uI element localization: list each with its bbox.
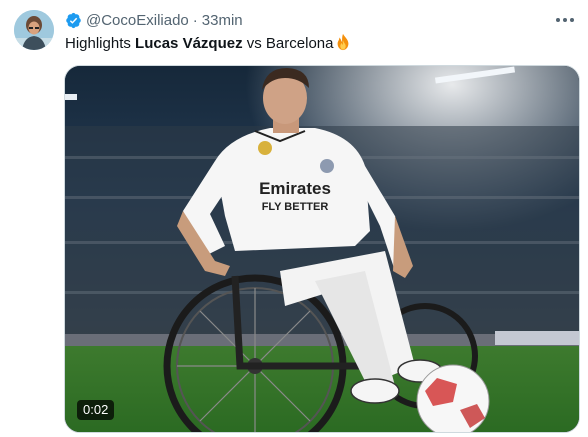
jersey-sponsor-line2: FLY BETTER — [262, 201, 329, 213]
jersey-sponsor-line1: Emirates — [259, 179, 331, 198]
more-options-button[interactable] — [552, 9, 578, 31]
tweet[interactable]: @CocoExiliado · 33min Highlights Lucas V… — [0, 0, 588, 437]
video-thumbnail: Emirates FLY BETTER — [65, 66, 579, 432]
tweet-text-bold: Lucas Vázquez — [135, 35, 243, 52]
video-player[interactable]: Emirates FLY BETTER 0:02 — [64, 65, 580, 433]
tweet-text-suffix: vs Barcelona — [242, 35, 334, 52]
tweet-text-prefix: Highlights — [65, 35, 136, 52]
user-handle[interactable]: @CocoExiliado — [86, 12, 189, 29]
avatar-image — [14, 10, 54, 50]
avatar[interactable] — [14, 10, 54, 50]
separator-dot: · — [192, 11, 198, 29]
fire-emoji-icon — [338, 33, 349, 51]
timestamp[interactable]: 33min — [202, 12, 243, 29]
more-dots-icon — [556, 18, 574, 22]
tweet-text: Highlights Lucas Vázquez vs Barcelona — [65, 33, 352, 54]
verified-badge-icon — [66, 12, 81, 28]
video-duration-badge: 0:02 — [77, 400, 115, 420]
tweet-header: @CocoExiliado · 33min — [65, 10, 243, 30]
